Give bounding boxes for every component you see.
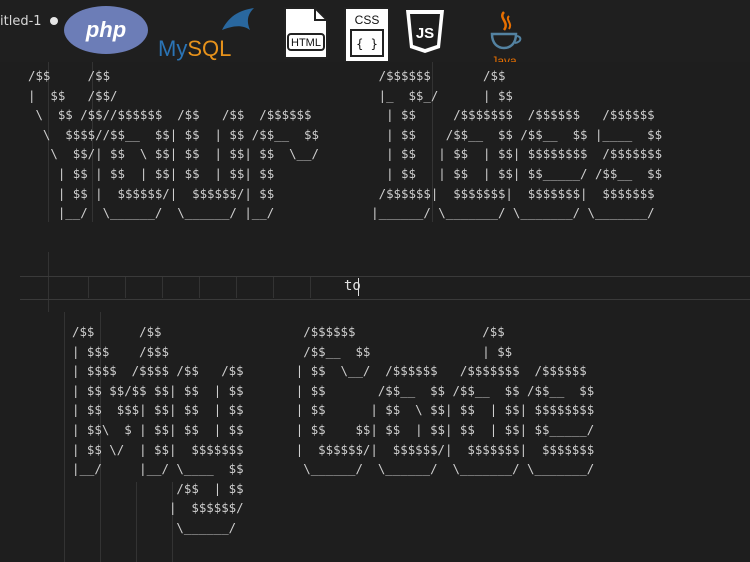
- title-banner: itled-1 php MySQL HTML CSS { } JS Java: [0, 0, 750, 70]
- text-caret: [358, 278, 359, 296]
- code-editor[interactable]: /$$ /$$ /$$$$$$ /$$ | $$ /$$/ |_ $$_/ | …: [0, 62, 750, 562]
- editor-tab[interactable]: itled-1: [0, 10, 58, 32]
- dolphin-icon: [222, 8, 254, 30]
- unsaved-dot-icon: [49, 17, 58, 25]
- tab-title: itled-1: [0, 13, 42, 29]
- current-line-highlight: [20, 276, 750, 300]
- mysql-logo-sql: SQL: [187, 36, 232, 61]
- html-icon-label: HTML: [291, 37, 321, 49]
- mysql-logo-my: My: [158, 36, 188, 61]
- mysql-logo-icon: MySQL: [158, 8, 254, 62]
- css-icon-braces: { }: [356, 37, 378, 51]
- html-file-icon: HTML: [283, 6, 329, 60]
- ascii-art-my-code: /$$ /$$ /$$$$$$ /$$ | $$$ /$$$ /$$__ $$ …: [72, 324, 595, 535]
- javascript-shield-icon: JS: [404, 8, 446, 54]
- java-cup-icon: Java: [484, 8, 524, 70]
- css-file-icon: CSS { }: [343, 6, 391, 64]
- php-logo-text: php: [85, 17, 127, 42]
- ascii-art-your-ideas: /$$ /$$ /$$$$$$ /$$ | $$ /$$/ |_ $$_/ | …: [28, 68, 663, 221]
- css-icon-label: CSS: [355, 13, 380, 27]
- js-icon-label: JS: [416, 25, 434, 42]
- php-logo-icon: php: [64, 6, 148, 54]
